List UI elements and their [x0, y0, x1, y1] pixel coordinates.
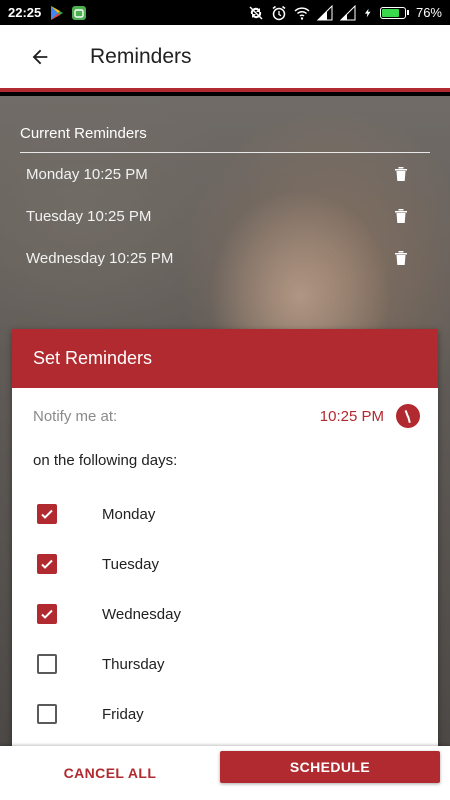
trash-icon [395, 167, 407, 181]
day-checkbox[interactable] [37, 504, 57, 524]
app-bar: Reminders [0, 25, 450, 92]
charging-icon [364, 8, 371, 17]
day-label: Monday [102, 505, 156, 523]
signal-icon-2 [339, 4, 356, 20]
current-reminders-section: Current Reminders Monday 10:25 PM Tuesda… [20, 96, 430, 279]
set-reminders-title: Set Reminders [12, 329, 438, 388]
arrow-left-icon [32, 49, 48, 64]
delete-reminder-button[interactable] [390, 208, 412, 224]
reminder-item: Monday 10:25 PM [20, 153, 430, 195]
day-checkbox[interactable] [37, 704, 57, 724]
trash-icon [395, 251, 407, 265]
trash-icon [395, 209, 407, 223]
alarm-icon [272, 5, 286, 20]
day-row-wednesday[interactable]: Wednesday [12, 589, 438, 639]
reminder-item: Wednesday 10:25 PM [20, 237, 430, 279]
notify-label: Notify me at: [33, 407, 118, 425]
schedule-button[interactable]: SCHEDULE [220, 751, 440, 783]
battery-fill [381, 8, 399, 17]
days-label: on the following days: [33, 451, 178, 469]
day-label: Thursday [102, 655, 165, 673]
back-button[interactable] [0, 23, 80, 90]
sync-off-icon [249, 5, 263, 20]
day-row-monday[interactable]: Monday [12, 489, 438, 539]
set-reminders-card: Set Reminders Notify me at: 10:25 PM on … [12, 329, 438, 746]
cancel-all-button[interactable]: CANCEL ALL [0, 753, 220, 793]
reminder-label: Tuesday 10:25 PM [26, 207, 152, 225]
battery-icon [379, 6, 409, 19]
notify-time-value[interactable]: 10:25 PM [320, 408, 384, 425]
battery-percent: 76% [415, 5, 442, 20]
day-checkbox[interactable] [37, 654, 57, 674]
delete-reminder-button[interactable] [390, 250, 412, 266]
bottom-action-bar: CANCEL ALL SCHEDULE [0, 746, 450, 800]
day-label: Wednesday [102, 605, 181, 623]
clock-icon[interactable] [396, 404, 420, 428]
notification-icons [49, 5, 87, 21]
day-row-thursday[interactable]: Thursday [12, 639, 438, 689]
wifi-icon [294, 6, 310, 20]
reminder-label: Monday 10:25 PM [26, 165, 148, 183]
day-row-friday[interactable]: Friday [12, 689, 438, 739]
day-checkbox[interactable] [37, 554, 57, 574]
reminder-label: Wednesday 10:25 PM [26, 249, 174, 267]
notify-time-row[interactable]: Notify me at: 10:25 PM [12, 388, 438, 444]
day-row-tuesday[interactable]: Tuesday [12, 539, 438, 589]
status-bar: 22:25 76% [0, 0, 450, 25]
day-label: Tuesday [102, 555, 159, 573]
check-icon [41, 609, 53, 619]
system-icons: 76% [248, 4, 442, 21]
check-icon [41, 509, 53, 519]
delete-reminder-button[interactable] [390, 166, 412, 182]
page-title: Reminders [90, 44, 192, 68]
day-checkbox[interactable] [37, 604, 57, 624]
status-time: 22:25 [8, 5, 42, 20]
play-store-icon [51, 5, 64, 20]
current-reminders-header: Current Reminders [20, 96, 430, 153]
android-app-icon [72, 5, 87, 20]
check-icon [41, 559, 53, 569]
reminder-item: Tuesday 10:25 PM [20, 195, 430, 237]
signal-icon-1 [316, 4, 333, 20]
day-label: Friday [102, 705, 144, 723]
